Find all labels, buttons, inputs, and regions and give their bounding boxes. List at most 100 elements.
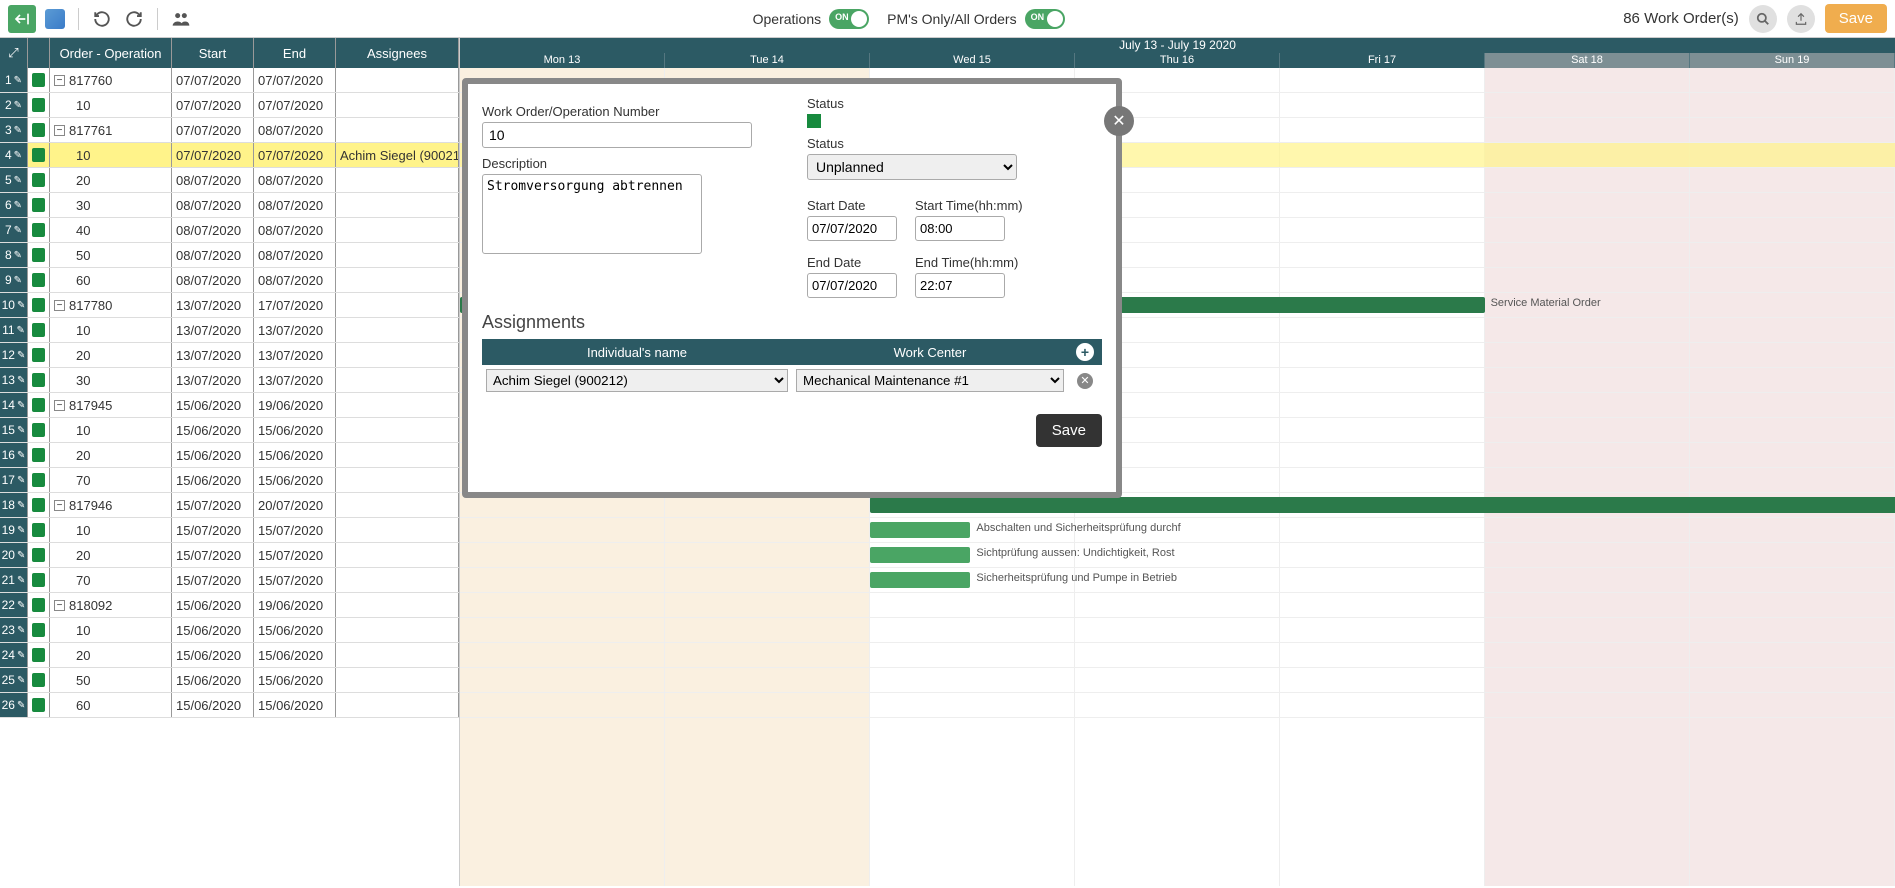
- assignments-table: Individual's name Work Center + Achim Si…: [482, 339, 1102, 396]
- people-icon[interactable]: [168, 6, 194, 32]
- status-square-icon: [32, 348, 45, 362]
- status-select[interactable]: Unplanned: [807, 154, 1017, 180]
- table-row[interactable]: 26 ✎ 6015/06/202015/06/2020: [0, 693, 459, 718]
- table-row[interactable]: 9 ✎ 6008/07/202008/07/2020: [0, 268, 459, 293]
- search-icon[interactable]: [1749, 5, 1777, 33]
- status-square-icon: [32, 323, 45, 337]
- table-row[interactable]: 12 ✎ 2013/07/202013/07/2020: [0, 343, 459, 368]
- description-textarea[interactable]: [482, 174, 702, 254]
- collapse-icon[interactable]: −: [54, 400, 65, 411]
- collapse-icon[interactable]: −: [54, 600, 65, 611]
- status-square-icon: [32, 698, 45, 712]
- table-row[interactable]: 4 ✎ 1007/07/202007/07/2020Achim Siegel (…: [0, 143, 459, 168]
- export-icon[interactable]: [1787, 5, 1815, 33]
- table-row[interactable]: 10 ✎− 81778013/07/202017/07/2020: [0, 293, 459, 318]
- gantt-bar[interactable]: [870, 572, 970, 588]
- pms-label: PM's Only/All Orders: [887, 11, 1016, 27]
- table-row[interactable]: 5 ✎ 2008/07/202008/07/2020: [0, 168, 459, 193]
- header-end[interactable]: End: [254, 38, 336, 68]
- end-time-input[interactable]: [915, 273, 1005, 298]
- edit-operation-dialog: ✕ Work Order/Operation Number Descriptio…: [462, 78, 1122, 498]
- col-work-center: Work Center: [792, 339, 1068, 365]
- modal-save-button[interactable]: Save: [1036, 414, 1102, 447]
- gantt-day-header: Mon 13: [460, 53, 665, 68]
- status-square-icon: [32, 548, 45, 562]
- table-row[interactable]: 11 ✎ 1013/07/202013/07/2020: [0, 318, 459, 343]
- collapse-icon[interactable]: −: [54, 125, 65, 136]
- gantt-day-header: Fri 17: [1280, 53, 1485, 68]
- status-square-icon: [32, 423, 45, 437]
- status-square-icon: [32, 298, 45, 312]
- status-label: Status: [807, 136, 1102, 151]
- toolbar: Operations ON PM's Only/All Orders ON 86…: [0, 0, 1895, 38]
- start-date-label: Start Date: [807, 198, 897, 213]
- gantt-bar[interactable]: [870, 497, 1895, 513]
- work-center-select[interactable]: Mechanical Maintenance #1: [796, 369, 1064, 392]
- table-row[interactable]: 14 ✎− 81794515/06/202019/06/2020: [0, 393, 459, 418]
- status-square-icon: [32, 598, 45, 612]
- gantt-bar-label: Sicherheitsprüfung und Pumpe in Betrieb: [976, 572, 1177, 584]
- collapse-icon[interactable]: −: [54, 500, 65, 511]
- status-square-icon: [32, 523, 45, 537]
- table-row[interactable]: 22 ✎− 81809215/06/202019/06/2020: [0, 593, 459, 618]
- close-icon[interactable]: ✕: [1104, 106, 1134, 136]
- table-row[interactable]: 25 ✎ 5015/06/202015/06/2020: [0, 668, 459, 693]
- toolbar-save-button[interactable]: Save: [1825, 4, 1887, 33]
- table-row[interactable]: 19 ✎ 1015/07/202015/07/2020: [0, 518, 459, 543]
- table-row[interactable]: 2 ✎ 1007/07/202007/07/2020: [0, 93, 459, 118]
- table-row[interactable]: 8 ✎ 5008/07/202008/07/2020: [0, 243, 459, 268]
- status-indicator-label: Status: [807, 96, 1102, 111]
- collapse-icon[interactable]: −: [54, 75, 65, 86]
- table-row[interactable]: 18 ✎− 81794615/07/202020/07/2020: [0, 493, 459, 518]
- status-square-icon: [32, 373, 45, 387]
- remove-assignment-icon[interactable]: ✕: [1077, 373, 1093, 389]
- status-square-icon: [32, 98, 45, 112]
- status-square-icon: [32, 398, 45, 412]
- add-assignment-icon[interactable]: +: [1076, 343, 1094, 361]
- gantt-bar-label: Abschalten und Sicherheitsprüfung durchf: [976, 522, 1180, 534]
- gantt-day-header: Sat 18: [1485, 53, 1690, 68]
- header-assignees[interactable]: Assignees: [336, 38, 459, 68]
- assignee-select[interactable]: Achim Siegel (900212): [486, 369, 788, 392]
- gantt-bar[interactable]: [870, 547, 970, 563]
- table-row[interactable]: 16 ✎ 2015/06/202015/06/2020: [0, 443, 459, 468]
- table-row[interactable]: 21 ✎ 7015/07/202015/07/2020: [0, 568, 459, 593]
- table-row[interactable]: 13 ✎ 3013/07/202013/07/2020: [0, 368, 459, 393]
- undo-icon[interactable]: [89, 6, 115, 32]
- start-time-input[interactable]: [915, 216, 1005, 241]
- operations-label: Operations: [753, 11, 821, 27]
- status-square-icon: [32, 123, 45, 137]
- gantt-day-header: Tue 14: [665, 53, 870, 68]
- table-row[interactable]: 15 ✎ 1015/06/202015/06/2020: [0, 418, 459, 443]
- table-row[interactable]: 24 ✎ 2015/06/202015/06/2020: [0, 643, 459, 668]
- table-row[interactable]: 17 ✎ 7015/06/202015/06/2020: [0, 468, 459, 493]
- status-color-indicator: [807, 114, 821, 128]
- wo-number-input[interactable]: [482, 122, 752, 148]
- table-row[interactable]: 7 ✎ 4008/07/202008/07/2020: [0, 218, 459, 243]
- table-row[interactable]: 20 ✎ 2015/07/202015/07/2020: [0, 543, 459, 568]
- gantt-day-header: Thu 16: [1075, 53, 1280, 68]
- table-row[interactable]: 23 ✎ 1015/06/202015/06/2020: [0, 618, 459, 643]
- collapse-icon[interactable]: −: [54, 300, 65, 311]
- end-date-input[interactable]: [807, 273, 897, 298]
- redo-icon[interactable]: [121, 6, 147, 32]
- expand-all-icon[interactable]: ⤢: [0, 38, 28, 68]
- table-row[interactable]: 3 ✎− 81776107/07/202008/07/2020: [0, 118, 459, 143]
- operations-toggle[interactable]: ON: [829, 9, 869, 29]
- header-order[interactable]: Order - Operation: [50, 38, 172, 68]
- table-row[interactable]: 6 ✎ 3008/07/202008/07/2020: [0, 193, 459, 218]
- app-logo-icon: [42, 6, 68, 32]
- gantt-day-header: Sun 19: [1690, 53, 1895, 68]
- start-date-input[interactable]: [807, 216, 897, 241]
- col-individual-name: Individual's name: [482, 339, 792, 365]
- pms-toggle[interactable]: ON: [1025, 9, 1065, 29]
- status-square-icon: [32, 73, 45, 87]
- gantt-bar[interactable]: [870, 522, 970, 538]
- work-order-count: 86 Work Order(s): [1623, 10, 1739, 27]
- wo-number-label: Work Order/Operation Number: [482, 104, 777, 119]
- table-row[interactable]: 1 ✎− 81776007/07/202007/07/2020: [0, 68, 459, 93]
- header-start[interactable]: Start: [172, 38, 254, 68]
- gantt-day-header: Wed 15: [870, 53, 1075, 68]
- status-square-icon: [32, 273, 45, 287]
- exit-icon[interactable]: [8, 5, 36, 33]
